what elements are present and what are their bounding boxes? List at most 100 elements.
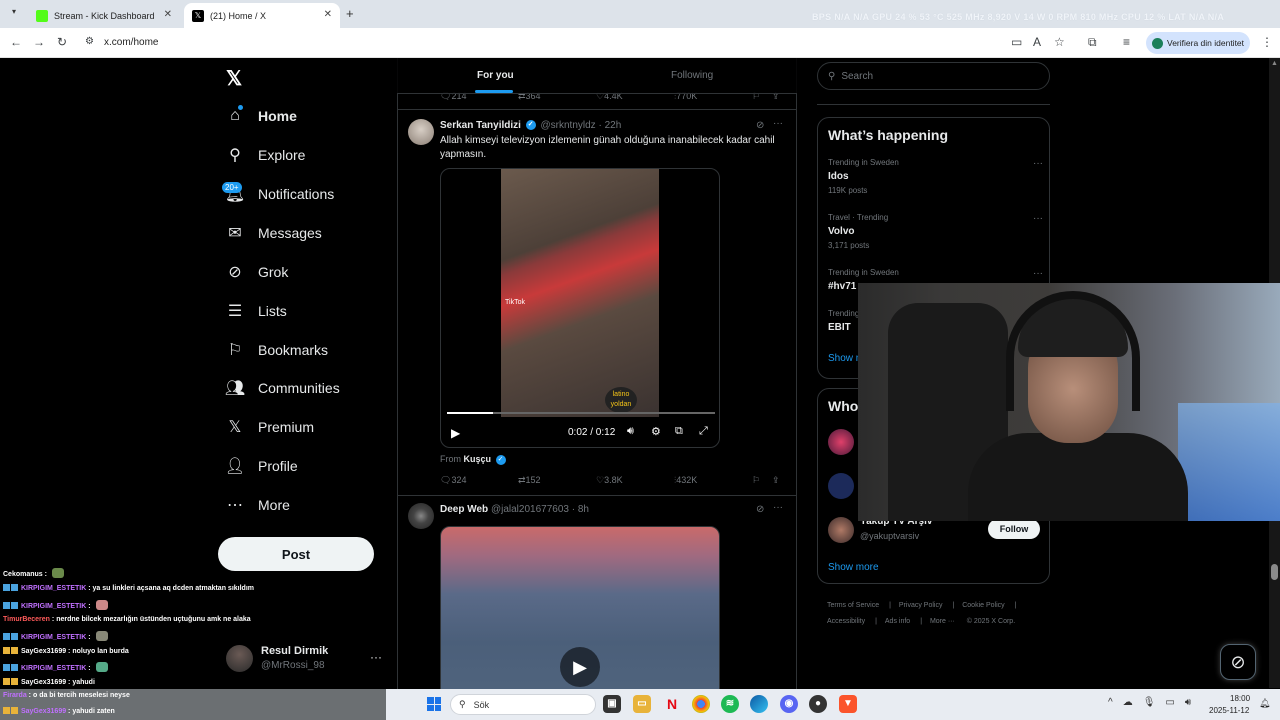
close-tab-icon[interactable]: ✕ bbox=[324, 9, 332, 20]
taskbar-search[interactable]: ⚲ Sök bbox=[450, 694, 596, 715]
views-button[interactable]: ⫶ 432K bbox=[674, 475, 697, 486]
tab-following[interactable]: Following bbox=[671, 70, 713, 81]
picture-in-picture-icon[interactable]: ⧉ bbox=[675, 425, 683, 438]
nav-bookmarks[interactable]: ⚐ Bookmarks bbox=[224, 335, 328, 365]
spotify-icon[interactable]: ≋ bbox=[721, 695, 739, 713]
from-name[interactable]: Kuşçu bbox=[464, 454, 492, 464]
microphone-icon[interactable]: 🎙︎ bbox=[1143, 697, 1166, 708]
scrollbar-thumb[interactable] bbox=[1271, 564, 1278, 580]
new-tab-button[interactable]: + bbox=[346, 6, 354, 21]
close-tab-icon[interactable]: ✕ bbox=[164, 9, 172, 20]
repost-button[interactable]: ⇄ 152 bbox=[518, 475, 541, 486]
brave-icon[interactable]: ▼ bbox=[839, 695, 857, 713]
tweet-author[interactable]: Serkan Tanyildizi ✓ @srkntnyldz · 22h bbox=[440, 120, 621, 131]
footer-link[interactable]: Accessibility bbox=[827, 618, 865, 625]
system-tray[interactable]: ^☁🎙︎▭🔊︎ bbox=[1108, 697, 1201, 708]
volume-icon[interactable]: 🔊︎ bbox=[1185, 697, 1201, 708]
profile-chip[interactable]: Verifiera din identitet bbox=[1146, 32, 1250, 54]
avatar[interactable] bbox=[828, 517, 854, 543]
avatar[interactable] bbox=[408, 119, 434, 145]
trend-item[interactable]: Travel · Trending Volvo 3,171 posts ··· bbox=[828, 213, 1043, 250]
forward-icon[interactable]: → bbox=[33, 35, 45, 49]
play-icon[interactable]: ▶ bbox=[560, 647, 600, 687]
like-button[interactable]: ♡ 3.8K bbox=[596, 475, 623, 486]
share-icon[interactable]: ⇪ bbox=[772, 475, 780, 486]
tweet-video[interactable]: TikTok latino yoldan ▶ 0:02 / 0:12 🔊︎ ⚙ … bbox=[440, 168, 720, 448]
network-icon[interactable]: ▭ bbox=[1165, 697, 1184, 708]
settings-gear-icon[interactable]: ⚙ bbox=[651, 425, 661, 438]
avatar[interactable] bbox=[828, 429, 854, 455]
volume-icon[interactable]: 🔊︎ bbox=[627, 425, 634, 438]
reply-button[interactable]: 🗨︎ 324 bbox=[440, 475, 466, 486]
site-info-icon[interactable]: ⚙ bbox=[85, 36, 94, 47]
notification-bell-icon[interactable]: 🔔︎ bbox=[1259, 698, 1270, 709]
account-handle[interactable]: @MrRossi_98 bbox=[261, 660, 325, 671]
browser-menu-icon[interactable]: ⋮ bbox=[1261, 35, 1273, 49]
tab-kick-dashboard[interactable]: Stream - Kick Dashboard ✕ bbox=[28, 3, 180, 28]
search-input[interactable]: ⚲ Search bbox=[817, 62, 1050, 90]
windows-start-icon[interactable] bbox=[427, 697, 441, 711]
x-logo-icon[interactable]: 𝕏 bbox=[226, 66, 246, 90]
post-button[interactable]: Post bbox=[218, 537, 374, 571]
avatar[interactable] bbox=[226, 645, 253, 672]
grok-floating-button[interactable]: ⊘ bbox=[1220, 644, 1256, 680]
video-progress-bar[interactable] bbox=[447, 412, 715, 414]
tab-search-button[interactable]: ▾ bbox=[6, 7, 22, 21]
taskbar-time[interactable]: 18:00 bbox=[1230, 694, 1250, 703]
reload-icon[interactable]: ↻ bbox=[57, 35, 67, 49]
nav-home[interactable]: ⌂ Home bbox=[224, 101, 297, 131]
nav-messages[interactable]: ✉ Messages bbox=[224, 218, 322, 248]
chevron-up-icon[interactable]: ^ bbox=[1108, 697, 1123, 708]
show-more-link[interactable]: Show more bbox=[828, 562, 879, 573]
task-view-icon[interactable]: ▣ bbox=[603, 695, 621, 713]
address-bar[interactable]: x.com/home bbox=[104, 37, 158, 48]
account-more-icon[interactable]: ··· bbox=[370, 650, 382, 664]
tweet-more-icon[interactable]: ··· bbox=[773, 118, 783, 129]
nav-profile[interactable]: 👤︎ Profile bbox=[224, 451, 298, 481]
footer-link[interactable]: Ads info bbox=[885, 618, 910, 625]
play-icon[interactable]: ▶ bbox=[451, 426, 460, 440]
nav-lists[interactable]: ☰ Lists bbox=[224, 296, 287, 326]
scroll-up-icon[interactable]: ▲ bbox=[1271, 60, 1278, 67]
nav-premium[interactable]: 𝕏 Premium bbox=[224, 412, 314, 442]
account-name[interactable]: Resul Dirmik bbox=[261, 645, 328, 657]
nav-more[interactable]: ⋯ More bbox=[224, 490, 290, 520]
chrome-icon[interactable] bbox=[692, 695, 710, 713]
file-explorer-icon[interactable]: ▭ bbox=[633, 695, 651, 713]
nav-explore[interactable]: ⚲ Explore bbox=[224, 140, 305, 170]
badge-icon bbox=[11, 584, 18, 591]
github-icon[interactable]: ● bbox=[809, 695, 827, 713]
netflix-icon[interactable]: N bbox=[663, 695, 681, 713]
translate-icon[interactable]: A bbox=[1033, 35, 1041, 49]
back-icon[interactable]: ← bbox=[10, 35, 22, 49]
trend-item[interactable]: Trending in Sweden Idos 119K posts ··· bbox=[828, 158, 1043, 195]
grok-icon[interactable]: ⊘ bbox=[756, 120, 764, 131]
follow-button[interactable]: Follow bbox=[988, 519, 1040, 539]
cast-icon[interactable]: ▭ bbox=[1011, 35, 1022, 49]
nav-communities[interactable]: 👥︎ Communities bbox=[224, 373, 340, 403]
footer-link[interactable]: Privacy Policy bbox=[899, 602, 943, 609]
grok-icon[interactable]: ⊘ bbox=[756, 504, 764, 515]
tab-x-home[interactable]: 𝕏 (21) Home / X ✕ bbox=[184, 3, 340, 28]
footer-link[interactable]: Cookie Policy bbox=[962, 602, 1004, 609]
fullscreen-icon[interactable]: ⤢ bbox=[699, 425, 708, 438]
edge-icon[interactable] bbox=[750, 695, 768, 713]
nav-grok[interactable]: ⊘ Grok bbox=[224, 257, 288, 287]
taskbar-date[interactable]: 2025-11-12 bbox=[1209, 706, 1249, 715]
footer-link[interactable]: Terms of Service bbox=[827, 602, 879, 609]
trend-more-icon[interactable]: ··· bbox=[1033, 213, 1043, 224]
bookmark-star-icon[interactable]: ☆ bbox=[1054, 35, 1065, 49]
avatar[interactable] bbox=[828, 473, 854, 499]
tweet-more-icon[interactable]: ··· bbox=[773, 502, 783, 513]
reading-list-icon[interactable]: ≡ bbox=[1123, 35, 1130, 49]
avatar[interactable] bbox=[408, 503, 434, 529]
bookmark-icon[interactable]: ⚐ bbox=[752, 475, 760, 486]
discord-icon[interactable]: ◉ bbox=[780, 695, 798, 713]
footer-link[interactable]: More ··· bbox=[930, 618, 955, 625]
trend-more-icon[interactable]: ··· bbox=[1033, 158, 1043, 169]
trend-more-icon[interactable]: ··· bbox=[1033, 268, 1043, 279]
tweet-author[interactable]: Deep Web @jalal201677603 · 8h bbox=[440, 504, 589, 515]
extensions-icon[interactable]: ⧉ bbox=[1088, 35, 1097, 50]
tab-for-you[interactable]: For you bbox=[477, 70, 514, 81]
cloud-icon[interactable]: ☁ bbox=[1123, 697, 1143, 708]
